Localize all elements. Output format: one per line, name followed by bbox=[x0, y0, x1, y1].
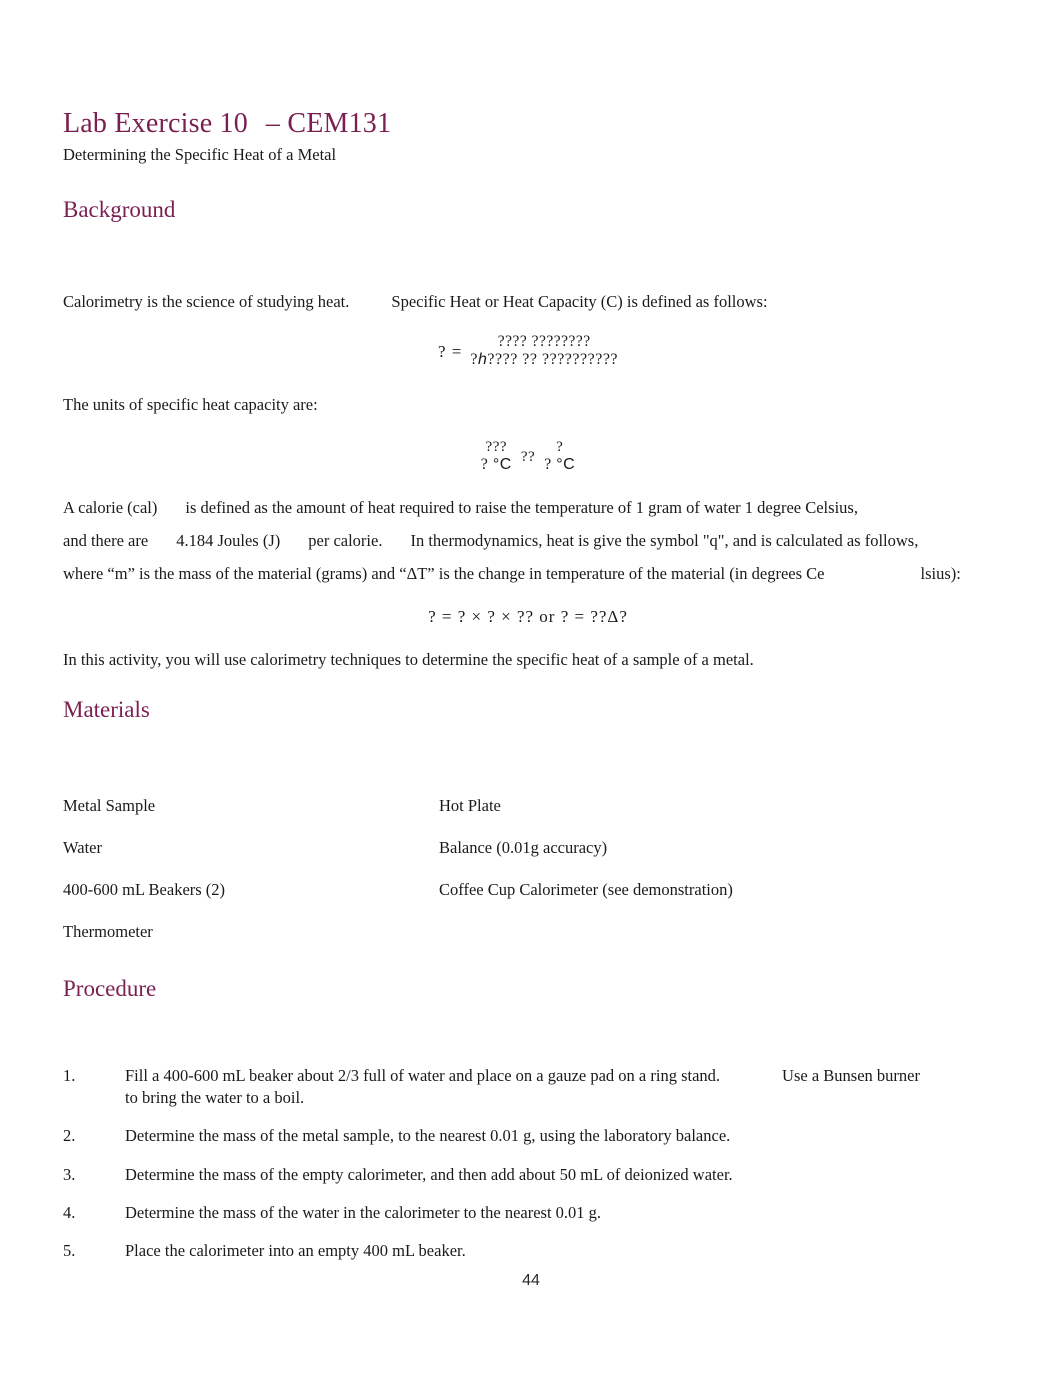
procedure-item: 1. Fill a 400-600 mL beaker about 2/3 fu… bbox=[63, 1065, 993, 1110]
procedure-item-number: 5. bbox=[63, 1241, 76, 1261]
joules-value: 4.184 Joules (J) bbox=[176, 530, 281, 550]
material-item: Metal Sample bbox=[63, 796, 156, 816]
units-left-den-value: ? bbox=[480, 456, 489, 474]
page-title-course: – CEM131 bbox=[265, 108, 392, 139]
section-heading-procedure: Procedure bbox=[63, 976, 157, 1002]
celsius-suffix: lsius): bbox=[920, 564, 961, 584]
procedure-item-number: 4. bbox=[63, 1202, 76, 1222]
units-right-fraction: ? ? °C bbox=[544, 439, 575, 475]
procedure-item-number: 3. bbox=[63, 1164, 76, 1184]
section-heading-background: Background bbox=[63, 196, 176, 222]
mass-delta-definition: where “m” is the mass of the material (g… bbox=[63, 564, 825, 584]
material-item: Hot Plate bbox=[439, 796, 501, 816]
calorie-definition: is defined as the amount of heat require… bbox=[185, 497, 858, 517]
units-left-numerator: ??? bbox=[485, 438, 508, 455]
procedure-item-text: Determine the mass of the empty calorime… bbox=[125, 1164, 733, 1184]
equation-numerator: ???? ???????? bbox=[497, 333, 591, 351]
calorie-paragraph-line-3: where “m” is the mass of the material (g… bbox=[63, 563, 993, 585]
procedure-item: 2. Determine the mass of the metal sampl… bbox=[63, 1125, 993, 1147]
material-item bbox=[439, 911, 993, 953]
procedure-item: 5. Place the calorimeter into an empty 4… bbox=[63, 1240, 993, 1262]
calorie-paragraph-line-1: A calorie (cal) is defined as the amount … bbox=[63, 497, 993, 519]
units-left-denominator: ? °C bbox=[481, 456, 512, 474]
units-right-numerator: ? bbox=[556, 438, 564, 455]
material-item: 400-600 mL Beakers (2) bbox=[63, 880, 226, 900]
page-title-main: Lab Exercise 10 bbox=[63, 108, 248, 139]
units-right-den-value: ? bbox=[544, 456, 552, 474]
page-title: Lab Exercise 10 – CEM131 bbox=[63, 108, 993, 140]
degree-celsius-icon: °C bbox=[492, 456, 512, 474]
units-lead-paragraph: The units of specific heat capacity are: bbox=[63, 394, 318, 414]
procedure-item-text: Determine the mass of the metal sample, … bbox=[125, 1126, 731, 1146]
per-calorie-text: per calorie. bbox=[308, 530, 383, 550]
joules-lead: and there are bbox=[63, 530, 149, 550]
materials-list: Metal Sample Hot Plate Water Balance (0.… bbox=[63, 785, 993, 953]
material-item: Coffee Cup Calorimeter (see demonstratio… bbox=[439, 880, 733, 900]
procedure-item-text: Place the calorimeter into an empty 400 … bbox=[125, 1241, 466, 1261]
equation-specific-heat: ? = ???? ???????? ?h???? ?? ?????????? bbox=[63, 333, 993, 369]
material-item: Balance (0.01g accuracy) bbox=[439, 838, 608, 858]
equation-specific-heat-row: ? = ???? ???????? ?h???? ?? ?????????? bbox=[438, 333, 618, 369]
procedure-item-text-a: Fill a 400-600 mL beaker about 2/3 full … bbox=[125, 1065, 721, 1085]
denominator-suffix: ???? ?? ?????????? bbox=[487, 351, 619, 369]
equation-specific-heat-lhs: ? = bbox=[437, 341, 463, 361]
procedure-item: 4. Determine the mass of the water in th… bbox=[63, 1202, 993, 1224]
page-number: 44 bbox=[522, 1272, 540, 1289]
equation-units-row: ??? ? °C ?? ? ? °C bbox=[481, 439, 575, 475]
thermodynamics-text: In thermodynamics, heat is give the symb… bbox=[410, 530, 919, 550]
background-intro-paragraph: Calorimetry is the science of studying h… bbox=[63, 291, 993, 313]
page-subtitle: Determining the Specific Heat of a Metal bbox=[63, 145, 337, 165]
background-intro-sentence-2: Specific Heat or Heat Capacity (C) is de… bbox=[391, 292, 768, 312]
material-item: Water bbox=[63, 838, 102, 858]
units-right-denominator: ? °C bbox=[544, 456, 575, 474]
equation-denominator: ?h???? ?? ?????????? bbox=[470, 351, 618, 369]
procedure-item-text: Determine the mass of the water in the c… bbox=[125, 1202, 602, 1222]
equation-heat-q: ? = ? × ? × ?? or ? = ??Δ? bbox=[428, 607, 628, 627]
background-closing-paragraph: In this activity, you will use calorimet… bbox=[63, 650, 754, 670]
document-page: Lab Exercise 10 – CEM131 Determining the … bbox=[0, 0, 1062, 1377]
material-item: Thermometer bbox=[63, 922, 153, 942]
units-operator: ?? bbox=[520, 448, 536, 465]
procedure-item-text-c: to bring the water to a boil. bbox=[125, 1088, 305, 1108]
calorie-paragraph-line-2: and there are 4.184 Joules (J) per calorie… bbox=[63, 530, 993, 552]
calorie-term: A calorie (cal) bbox=[63, 497, 158, 517]
procedure-item-number: 1. bbox=[63, 1065, 76, 1085]
procedure-item-number: 2. bbox=[63, 1126, 76, 1146]
background-intro-sentence-1: Calorimetry is the science of studying h… bbox=[63, 292, 350, 312]
section-heading-materials: Materials bbox=[63, 696, 150, 722]
procedure-item-text: Fill a 400-600 mL beaker about 2/3 full … bbox=[125, 1065, 993, 1110]
procedure-item: 3. Determine the mass of the empty calor… bbox=[63, 1164, 993, 1186]
document-content: Lab Exercise 10 – CEM131 Determining the … bbox=[63, 108, 993, 1262]
denominator-italic-h: h bbox=[477, 351, 488, 369]
units-left-fraction: ??? ? °C bbox=[481, 439, 512, 475]
equation-units: ??? ? °C ?? ? ? °C bbox=[63, 436, 993, 475]
denominator-prefix: ? bbox=[470, 351, 478, 369]
procedure-item-text-b: Use a Bunsen burner bbox=[782, 1065, 920, 1085]
degree-celsius-icon-2: °C bbox=[556, 456, 576, 474]
equation-specific-heat-fraction: ???? ???????? ?h???? ?? ?????????? bbox=[470, 333, 618, 369]
